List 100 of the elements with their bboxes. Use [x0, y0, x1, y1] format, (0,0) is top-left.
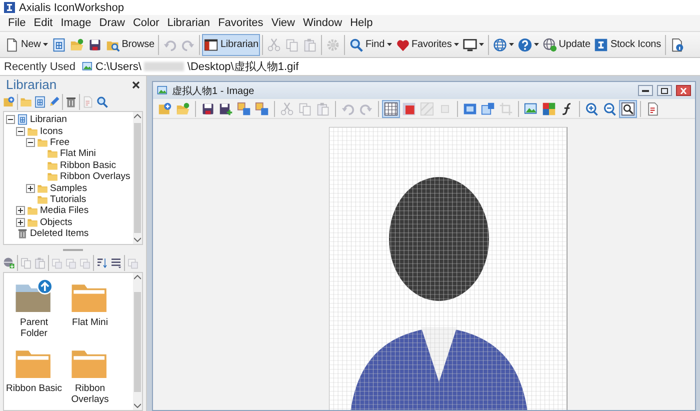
tree-item[interactable]: Tutorials — [50, 194, 86, 205]
document-title: 虚拟人物1 - Image — [172, 84, 256, 98]
tree-item[interactable]: Flat Mini — [60, 148, 96, 160]
folder-tile[interactable]: Ribbon Overlays — [62, 345, 118, 405]
expander-icon[interactable] — [16, 218, 25, 227]
menu-item[interactable]: Image — [56, 17, 96, 29]
folder-icon — [47, 160, 58, 171]
open-folder-icon — [70, 38, 84, 52]
undo-icon — [163, 38, 178, 52]
menu-item[interactable]: Color — [128, 17, 164, 29]
new-image-icon — [255, 102, 269, 116]
search-button[interactable] — [95, 94, 109, 110]
gear-icon — [326, 38, 340, 52]
menu-item[interactable]: Draw — [95, 17, 129, 29]
toolbar-button[interactable]: Librarian — [202, 34, 260, 56]
globe-icon — [492, 38, 507, 52]
file-path-end: \Desktop\虚拟人物1.gif — [187, 60, 299, 74]
maximize-button[interactable] — [657, 85, 672, 96]
folder-tile[interactable]: Ribbon Basic — [6, 345, 62, 405]
folder-icon — [37, 194, 48, 205]
help-icon — [518, 38, 532, 52]
folder-label: Ribbon Basic — [6, 383, 62, 394]
window-title: Axialis IconWorkshop — [19, 2, 124, 14]
parent-folder-icon — [14, 279, 54, 314]
menu-item[interactable]: Edit — [30, 17, 57, 29]
tree-item[interactable]: Icons — [40, 126, 63, 137]
image-icon — [157, 85, 168, 96]
copy-icon — [20, 256, 32, 270]
toolbar-button[interactable]: Browse — [104, 34, 156, 56]
toolbar-button[interactable]: Stock Icons — [592, 34, 664, 56]
globe-refresh-icon — [542, 38, 557, 52]
grid-document-icon — [34, 95, 46, 109]
caret-icon — [454, 42, 459, 46]
redacted-block — [144, 62, 184, 71]
scroll-up-icon[interactable] — [134, 275, 141, 280]
expander-icon[interactable] — [6, 115, 15, 124]
toolbar-button[interactable]: Find — [347, 34, 394, 56]
sort-icon — [96, 256, 108, 270]
crop-icon — [499, 102, 513, 116]
tree-item[interactable]: Media Files — [40, 205, 89, 216]
tree-item[interactable]: Librarian — [30, 114, 67, 126]
tree-item[interactable]: Ribbon Basic — [60, 160, 116, 171]
menu-item[interactable]: File — [4, 17, 30, 29]
close-icon — [132, 80, 140, 88]
layer-icon — [79, 256, 91, 270]
expander-icon[interactable] — [26, 184, 35, 193]
menu-item[interactable]: Favorites — [214, 17, 268, 29]
expander-icon[interactable] — [16, 126, 25, 136]
new-image-button[interactable] — [235, 100, 253, 118]
folder-tile[interactable]: Parent Folder — [6, 279, 62, 339]
folder-tile[interactable]: Flat Mini — [62, 279, 118, 339]
toolbar-button[interactable]: Update — [540, 34, 592, 56]
scissors-icon — [280, 102, 294, 116]
scrollbar-thumb[interactable] — [134, 123, 141, 233]
redo-icon — [181, 38, 196, 52]
scissors-icon — [267, 38, 282, 52]
scrollbar-thumb[interactable] — [134, 292, 141, 392]
tree-item[interactable]: Ribbon Overlays — [60, 171, 130, 182]
tree-item[interactable]: Free — [50, 136, 70, 148]
minimize-button[interactable] — [638, 85, 653, 96]
new-image-button[interactable] — [253, 100, 271, 118]
scrollbar[interactable] — [133, 112, 142, 244]
close-button[interactable] — [676, 85, 691, 96]
toolbar-button[interactable]: New — [3, 34, 50, 56]
save-as-icon — [219, 102, 233, 116]
image-icon — [524, 102, 538, 116]
folder-label: Parent Folder — [19, 317, 49, 339]
menu-item[interactable]: Help — [346, 17, 377, 29]
minimize-icon — [642, 90, 649, 92]
panel-title: Librarian — [6, 77, 57, 92]
grid-document-icon — [17, 114, 28, 126]
pixel-art-canvas[interactable] — [329, 127, 568, 410]
document-properties-icon — [646, 102, 660, 116]
folder-label: Flat Mini — [72, 317, 108, 328]
tree-item[interactable]: Objects — [40, 216, 72, 228]
redo-icon — [359, 102, 373, 116]
scroll-down-icon[interactable] — [134, 403, 141, 408]
menu-item[interactable]: Librarian — [163, 17, 214, 29]
paste-icon — [303, 38, 318, 52]
fill-color-icon — [402, 102, 416, 116]
toolbar-button[interactable]: Favorites — [394, 34, 461, 56]
scrollbar[interactable] — [133, 273, 142, 410]
trash-icon — [65, 95, 77, 109]
grid-button[interactable] — [382, 100, 400, 118]
scroll-up-icon[interactable] — [134, 114, 141, 119]
scroll-down-icon[interactable] — [134, 237, 141, 242]
expander-icon[interactable] — [16, 206, 25, 216]
caret-icon — [534, 42, 539, 46]
expander-icon[interactable] — [26, 138, 35, 147]
hatched-square-icon — [420, 102, 434, 116]
new-library-icon — [158, 102, 172, 116]
tree-item[interactable]: Samples — [50, 182, 87, 194]
globe-download-button[interactable] — [2, 255, 16, 271]
zoom-window-button[interactable] — [619, 100, 637, 118]
menu-item[interactable]: Window — [298, 17, 346, 29]
grid-document-button[interactable] — [33, 94, 47, 110]
copy-icon — [298, 102, 312, 116]
menu-item[interactable]: View — [267, 17, 299, 29]
copy-icon — [285, 38, 300, 52]
tree-item[interactable]: Deleted Items — [30, 228, 89, 240]
